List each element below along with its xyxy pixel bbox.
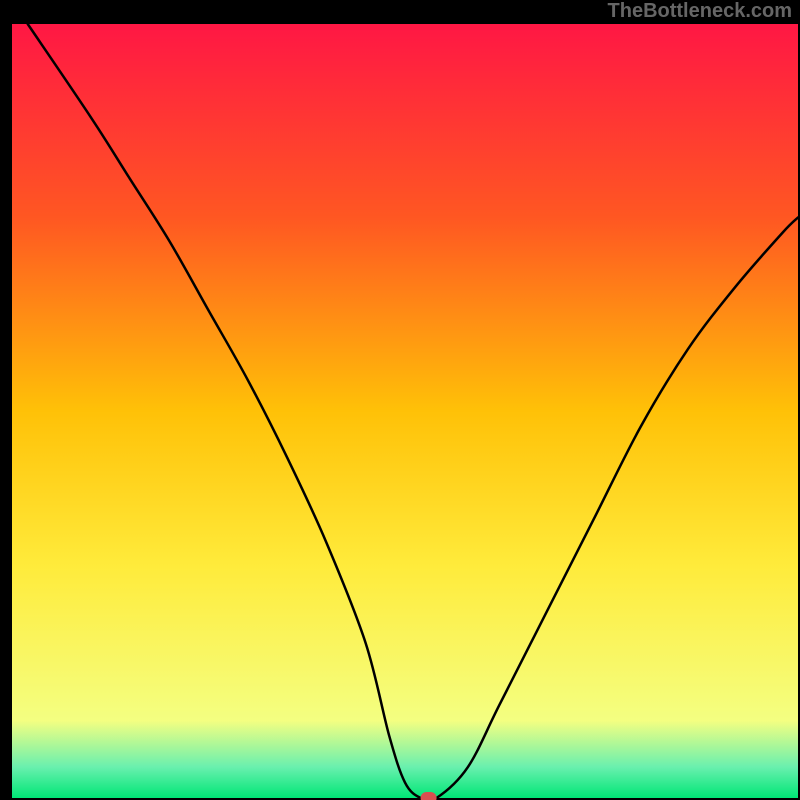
watermark-text: TheBottleneck.com bbox=[608, 0, 792, 23]
bottleneck-chart bbox=[0, 0, 800, 800]
plot-background bbox=[12, 24, 798, 798]
optimal-marker bbox=[421, 792, 437, 800]
chart-container: TheBottleneck.com bbox=[0, 0, 800, 800]
